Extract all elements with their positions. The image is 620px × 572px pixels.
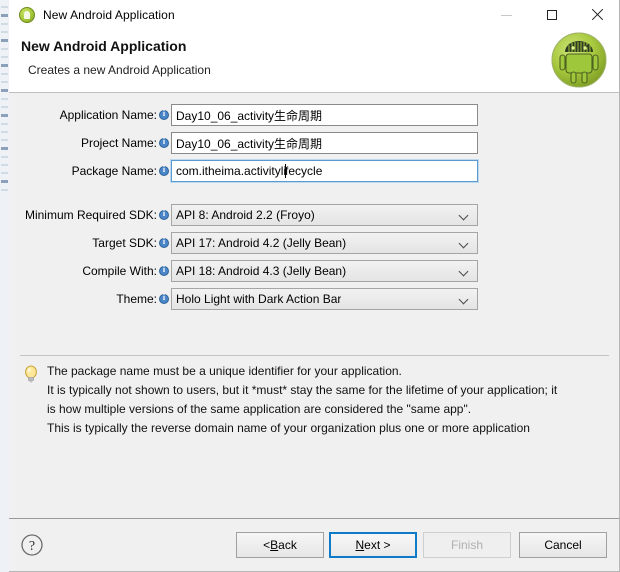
package-name-input[interactable]: com.itheima.activityli fecycle [170, 159, 479, 183]
application-name-label: Application Name: [59, 108, 157, 122]
new-android-application-dialog: New Android Application New Android Appl… [9, 0, 620, 572]
info-icon[interactable] [159, 236, 169, 248]
field-row-package-name: Package Name: com.itheima.activitylifecy… [9, 159, 479, 183]
field-row-compile-with: Compile With: API 18: Android 4.3 (Jelly… [9, 259, 478, 283]
android-circle-icon [19, 7, 35, 23]
background-line [1, 6, 8, 8]
target-sdk-value: API 17: Android 4.2 (Jelly Bean) [176, 236, 347, 250]
field-row-target-sdk: Target SDK: API 17: Android 4.2 (Jelly B… [9, 231, 478, 255]
chevron-down-icon [460, 268, 468, 276]
back-button-suffix: ack [278, 538, 297, 552]
chevron-down-icon [460, 296, 468, 304]
info-icon[interactable] [159, 208, 169, 220]
back-button-mnemonic: B [270, 538, 279, 552]
background-line [1, 106, 8, 108]
android-mascot-logo [551, 32, 607, 88]
field-row-application-name: Application Name: Day10_06_activity生命周期 [9, 103, 478, 127]
package-name-value-before-caret: com.itheima.activityli [176, 164, 287, 178]
package-name-value-after-caret: fecycle [285, 164, 323, 178]
background-line [1, 14, 8, 17]
background-line [1, 147, 8, 150]
info-icon[interactable] [159, 292, 169, 304]
hint-text: The package name must be a unique identi… [47, 362, 557, 438]
close-icon[interactable] [574, 0, 619, 30]
next-button-suffix: ext > [364, 538, 391, 552]
chevron-down-icon [460, 212, 468, 220]
application-name-input[interactable]: Day10_06_activity生命周期 [171, 104, 478, 126]
minimum-required-sdk-label: Minimum Required SDK: [24, 208, 157, 222]
info-icon[interactable] [159, 108, 169, 120]
maximize-icon[interactable] [529, 0, 574, 30]
background-line [1, 172, 8, 174]
wizard-header: New Android Application Creates a new An… [9, 30, 619, 93]
hint-separator [20, 355, 609, 356]
project-name-label: Project Name: [80, 136, 157, 150]
button-bar: ? < Back Next > Finish Cancel [9, 519, 619, 571]
background-line [1, 56, 8, 58]
background-line [1, 31, 8, 33]
project-name-input[interactable]: Day10_06_activity生命周期 [171, 132, 478, 154]
background-line [1, 189, 8, 191]
window-title: New Android Application [43, 8, 175, 22]
hint-line: The package name must be a unique identi… [47, 364, 402, 378]
lightbulb-icon [25, 365, 37, 383]
hint-line: It is typically not shown to users, but … [47, 383, 558, 397]
finish-button-label: Finish [450, 538, 483, 552]
chevron-down-icon [460, 240, 468, 248]
field-row-project-name: Project Name: Day10_06_activity生命周期 [9, 131, 478, 155]
background-line [1, 81, 8, 83]
minimize-icon[interactable] [484, 0, 529, 30]
title-bar: New Android Application [9, 0, 619, 30]
info-icon[interactable] [159, 264, 169, 276]
background-line [1, 98, 8, 100]
minimum-required-sdk-value: API 8: Android 2.2 (Froyo) [176, 208, 315, 222]
application-name-value: Day10_06_activity生命周期 [176, 108, 323, 123]
background-line [1, 64, 8, 67]
theme-select[interactable]: Holo Light with Dark Action Bar [171, 288, 478, 310]
background-line [1, 131, 8, 133]
background-line [1, 23, 8, 25]
theme-value: Holo Light with Dark Action Bar [176, 292, 342, 306]
compile-with-value: API 18: Android 4.3 (Jelly Bean) [176, 264, 347, 278]
background-line [1, 139, 8, 141]
info-icon[interactable] [159, 136, 169, 148]
back-button[interactable]: < Back [236, 532, 324, 558]
compile-with-label: Compile With: [82, 264, 157, 278]
cancel-button[interactable]: Cancel [519, 532, 607, 558]
hint-line: This is typically the reverse domain nam… [47, 421, 530, 435]
field-row-theme: Theme: Holo Light with Dark Action Bar [9, 287, 478, 311]
page-title: New Android Application [21, 38, 187, 54]
svg-text:?: ? [29, 539, 35, 554]
project-name-value: Day10_06_activity生命周期 [176, 136, 323, 151]
target-sdk-label: Target SDK: [92, 236, 157, 250]
background-line [1, 180, 8, 183]
next-button[interactable]: Next > [329, 532, 417, 558]
background-line [1, 156, 8, 158]
background-line [1, 114, 8, 117]
field-row-minimum-required-sdk: Minimum Required SDK: API 8: Android 2.2… [9, 203, 478, 227]
hint-line: is how multiple versions of the same app… [47, 402, 472, 416]
cancel-button-label: Cancel [544, 538, 582, 552]
background-line [1, 89, 8, 92]
background-line [1, 73, 8, 75]
help-icon[interactable]: ? [20, 533, 44, 557]
background-line [1, 48, 8, 50]
target-sdk-select[interactable]: API 17: Android 4.2 (Jelly Bean) [171, 232, 478, 254]
next-button-mnemonic: N [355, 538, 365, 552]
background-line [1, 39, 8, 42]
window-controls [484, 0, 619, 30]
finish-button: Finish [423, 532, 511, 558]
minimum-required-sdk-select[interactable]: API 8: Android 2.2 (Froyo) [171, 204, 478, 226]
compile-with-select[interactable]: API 18: Android 4.3 (Jelly Bean) [171, 260, 478, 282]
back-button-prefix: < [263, 538, 271, 552]
form-area: Application Name: Day10_06_activity生命周期 … [9, 93, 619, 338]
background-line [1, 164, 8, 166]
hint-panel: The package name must be a unique identi… [23, 362, 607, 438]
package-name-label: Package Name: [71, 164, 157, 178]
background-line [1, 123, 8, 125]
page-subtitle: Creates a new Android Application [28, 63, 211, 77]
info-icon[interactable] [159, 164, 169, 176]
theme-label: Theme: [116, 292, 157, 306]
